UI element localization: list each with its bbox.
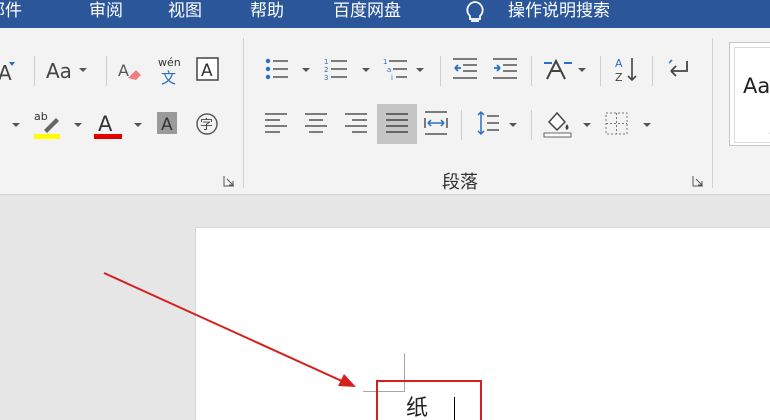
word-window: 邮件 审阅 视图 帮助 百度网盘 操作说明搜索 A Aa bbox=[0, 0, 770, 420]
annotation-arrow bbox=[103, 272, 356, 387]
